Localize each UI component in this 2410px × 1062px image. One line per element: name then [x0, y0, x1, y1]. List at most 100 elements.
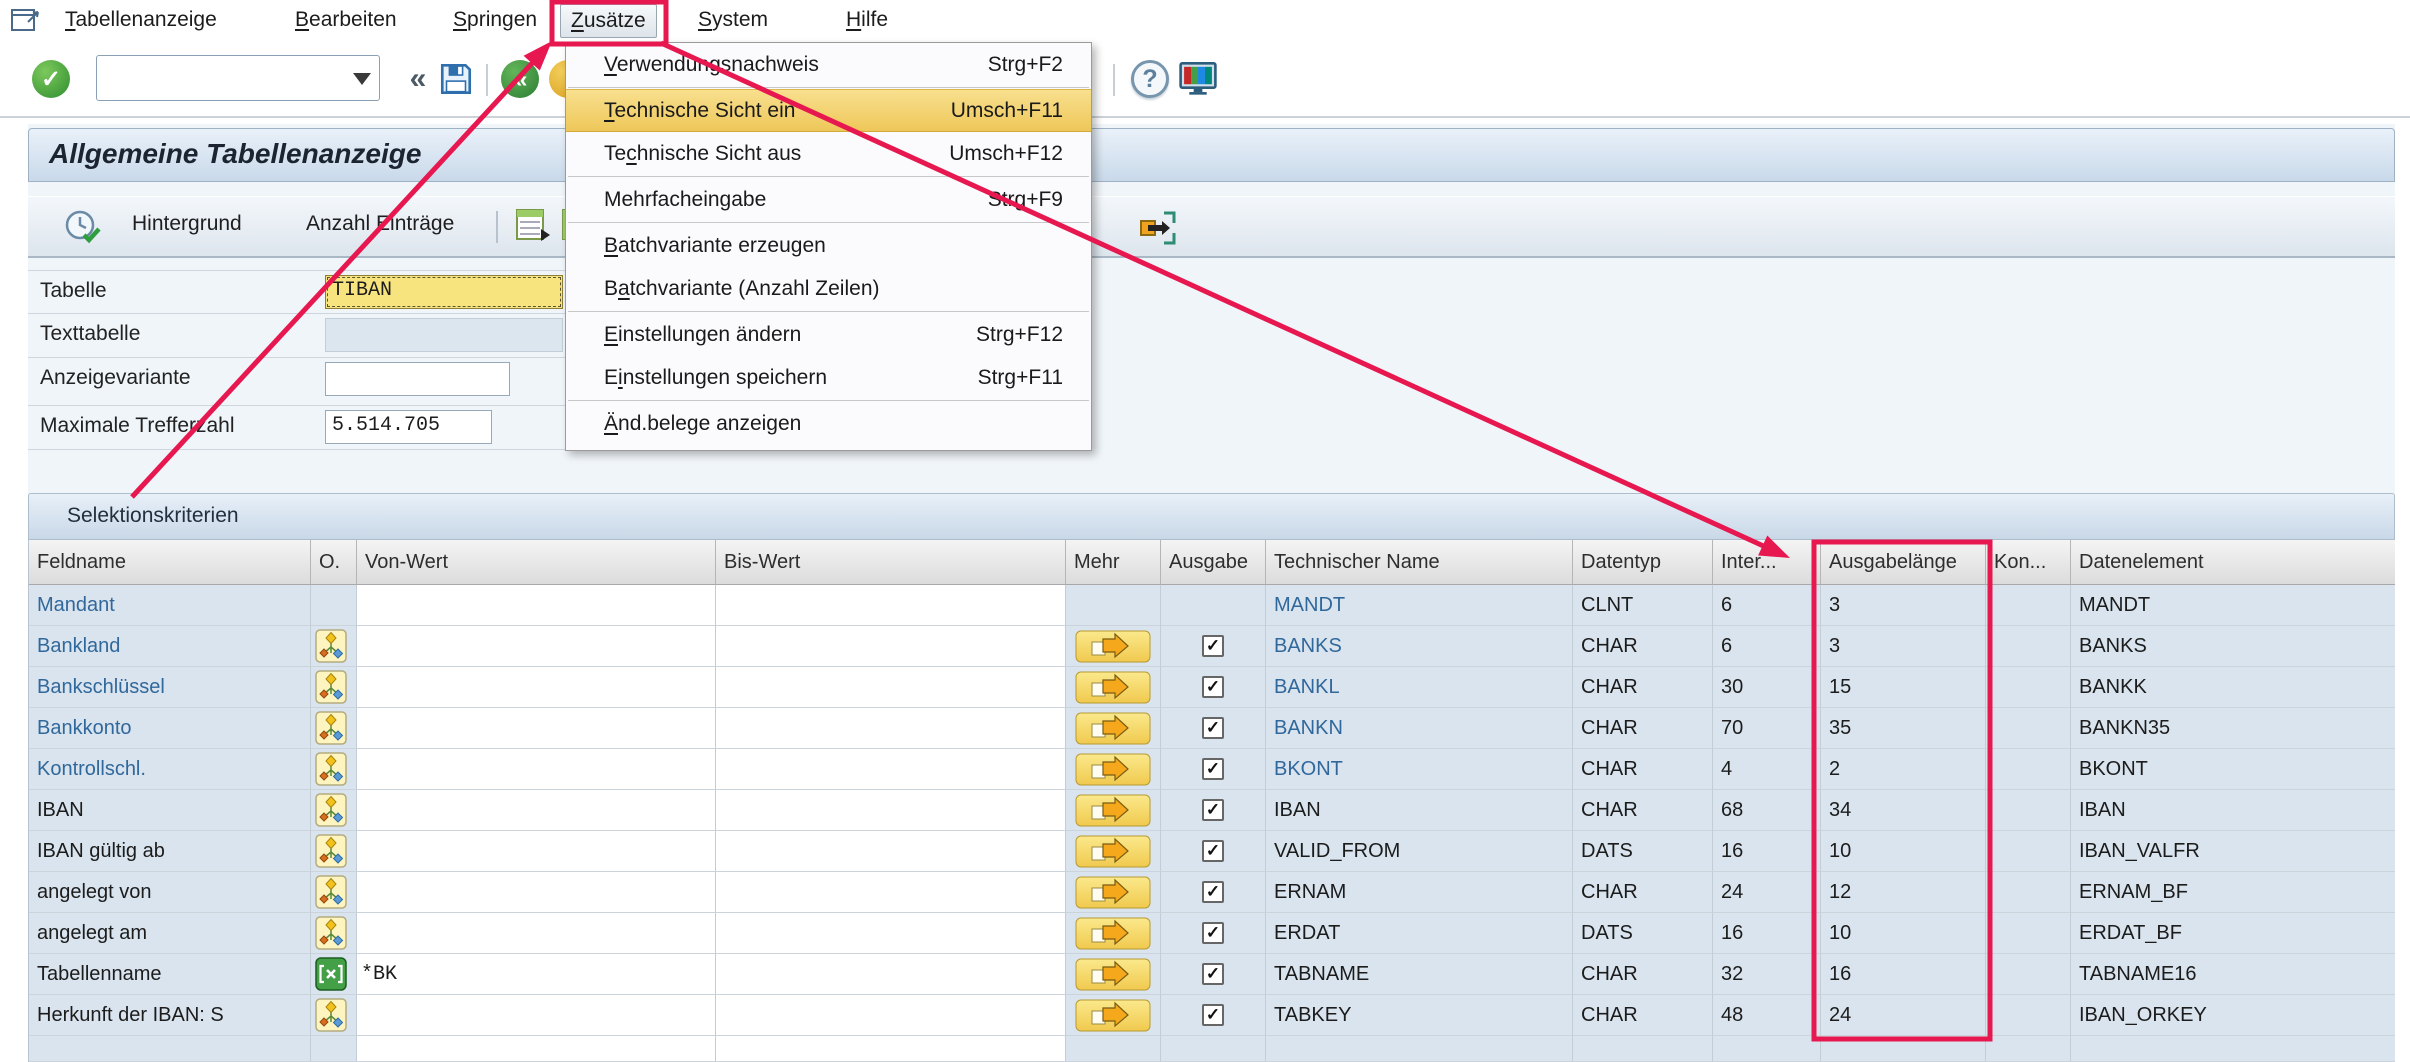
cell-bis-wert[interactable]: [716, 831, 1066, 872]
multiple-selection-icon[interactable]: [315, 670, 347, 704]
form-field-anzeigevariante[interactable]: [325, 362, 510, 396]
cell-feldname[interactable]: Bankland: [29, 626, 311, 667]
ausgabe-checkbox[interactable]: ✓: [1202, 799, 1224, 821]
cell-von-wert[interactable]: [357, 708, 716, 749]
column-header-inter[interactable]: Inter...: [1713, 540, 1821, 585]
cell-feldname[interactable]: Mandant: [29, 585, 311, 626]
cell-bis-wert[interactable]: [716, 585, 1066, 626]
ausgabe-checkbox[interactable]: ✓: [1202, 963, 1224, 985]
enter-icon[interactable]: ✓: [31, 59, 71, 99]
cell-bis-wert[interactable]: [716, 913, 1066, 954]
menu-item-batchvariante-erzeugen[interactable]: Batchvariante erzeugen: [566, 224, 1091, 267]
menu-item-batchvariante-anzahl-zeilen[interactable]: Batchvariante (Anzahl Zeilen): [566, 267, 1091, 310]
mehr-selection-button[interactable]: [1075, 712, 1151, 745]
mehr-selection-button[interactable]: [1075, 630, 1151, 663]
menu-item-technische-sicht-ein[interactable]: Technische Sicht einUmsch+F11: [566, 89, 1091, 132]
form-field-maximale-trefferzahl[interactable]: 5.514.705: [325, 410, 492, 444]
selection-screen-icon[interactable]: [1134, 207, 1180, 254]
mehr-selection-button[interactable]: [1075, 999, 1151, 1032]
cell-bis-wert[interactable]: [716, 667, 1066, 708]
ausgabe-checkbox[interactable]: ✓: [1202, 922, 1224, 944]
multiple-selection-icon[interactable]: [315, 752, 347, 786]
mehr-selection-button[interactable]: [1075, 794, 1151, 827]
ausgabe-checkbox[interactable]: ✓: [1202, 1004, 1224, 1026]
ausgabe-checkbox[interactable]: ✓: [1202, 717, 1224, 739]
menubar-item-system[interactable]: System: [688, 4, 778, 38]
table-contents-icon[interactable]: [514, 207, 552, 248]
ausgabe-checkbox[interactable]: ✓: [1202, 881, 1224, 903]
command-input[interactable]: [103, 59, 343, 97]
column-header-kon[interactable]: Kon...: [1986, 540, 2071, 585]
cell-von-wert[interactable]: *BK: [357, 954, 716, 995]
form-field-tabelle[interactable]: TIBAN: [325, 275, 563, 309]
multiple-selection-icon[interactable]: [315, 629, 347, 663]
multiple-selection-icon[interactable]: [315, 875, 347, 909]
column-header-datentyp[interactable]: Datentyp: [1573, 540, 1713, 585]
menu-item-einstellungen-ndern[interactable]: Einstellungen ändernStrg+F12: [566, 313, 1091, 356]
cell-bis-wert[interactable]: [716, 872, 1066, 913]
cell-technischer-name[interactable]: BANKS: [1266, 626, 1573, 667]
menu-item-technische-sicht-aus[interactable]: Technische Sicht ausUmsch+F12: [566, 132, 1091, 175]
multiple-selection-icon[interactable]: [315, 793, 347, 827]
cell-von-wert[interactable]: [357, 831, 716, 872]
cell-bis-wert[interactable]: [716, 749, 1066, 790]
back-icon[interactable]: «: [500, 59, 540, 99]
cell-von-wert[interactable]: [357, 872, 716, 913]
cell-technischer-name[interactable]: BKONT: [1266, 749, 1573, 790]
cell-technischer-name[interactable]: BANKL: [1266, 667, 1573, 708]
help-icon[interactable]: ?: [1130, 59, 1170, 99]
save-icon[interactable]: [436, 59, 476, 99]
cell-bis-wert[interactable]: [716, 995, 1066, 1036]
cell-technischer-name[interactable]: BANKN: [1266, 708, 1573, 749]
menu-item-nd-belege-anzeigen[interactable]: Änd.belege anzeigen: [566, 402, 1091, 445]
multiple-selection-icon[interactable]: [315, 998, 347, 1032]
cell-von-wert[interactable]: [357, 585, 716, 626]
column-header-o[interactable]: O.: [311, 540, 357, 585]
cell-bis-wert[interactable]: [716, 790, 1066, 831]
multiple-selection-icon[interactable]: [315, 711, 347, 745]
cell-von-wert[interactable]: [357, 790, 716, 831]
cell-von-wert[interactable]: [357, 913, 716, 954]
ausgabe-checkbox[interactable]: ✓: [1202, 840, 1224, 862]
column-header-datenelement[interactable]: Datenelement: [2071, 540, 2395, 585]
ausgabe-checkbox[interactable]: ✓: [1202, 676, 1224, 698]
session-window-icon[interactable]: [10, 5, 42, 40]
command-field[interactable]: [96, 55, 380, 101]
column-header-von-wert[interactable]: Von-Wert: [357, 540, 716, 585]
menubar-item-hilfe[interactable]: Hilfe: [836, 4, 898, 38]
cell-bis-wert[interactable]: [716, 708, 1066, 749]
collapse-chevrons-icon[interactable]: «: [398, 59, 438, 99]
menu-item-mehrfacheingabe[interactable]: MehrfacheingabeStrg+F9: [566, 178, 1091, 221]
anzahl-eintraege-button[interactable]: Anzahl Einträge: [306, 212, 454, 236]
column-header-ausgabe[interactable]: Ausgabe: [1161, 540, 1266, 585]
multiple-selection-icon[interactable]: [315, 916, 347, 950]
cell-von-wert[interactable]: [357, 667, 716, 708]
column-header-mehr[interactable]: Mehr: [1066, 540, 1161, 585]
command-dropdown-icon[interactable]: [353, 73, 371, 85]
cell-von-wert[interactable]: [357, 995, 716, 1036]
column-header-bis-wert[interactable]: Bis-Wert: [716, 540, 1066, 585]
ausgabe-checkbox[interactable]: ✓: [1202, 635, 1224, 657]
column-header-feldname[interactable]: Feldname: [29, 540, 311, 585]
menu-item-einstellungen-speichern[interactable]: Einstellungen speichernStrg+F11: [566, 356, 1091, 399]
mehr-selection-button[interactable]: [1075, 753, 1151, 786]
mehr-selection-button[interactable]: [1075, 835, 1151, 868]
column-header-ausgabel-nge[interactable]: Ausgabelänge: [1821, 540, 1986, 585]
cell-von-wert[interactable]: [357, 749, 716, 790]
cell-feldname[interactable]: Bankkonto: [29, 708, 311, 749]
cell-feldname[interactable]: Bankschlüssel: [29, 667, 311, 708]
cell-technischer-name[interactable]: MANDT: [1266, 585, 1573, 626]
multiple-selection-icon[interactable]: [315, 834, 347, 868]
mehr-selection-button[interactable]: [1075, 958, 1151, 991]
cell-feldname[interactable]: Kontrollschl.: [29, 749, 311, 790]
hintergrund-button[interactable]: Hintergrund: [132, 212, 242, 236]
cell-von-wert[interactable]: [357, 626, 716, 667]
menubar-item-springen[interactable]: Springen: [443, 4, 547, 38]
cell-bis-wert[interactable]: [716, 954, 1066, 995]
column-header-technischer-name[interactable]: Technischer Name: [1266, 540, 1573, 585]
cell-bis-wert[interactable]: [716, 626, 1066, 667]
menubar-item-zus-tze[interactable]: Zusätze: [560, 4, 657, 38]
mehr-selection-button[interactable]: [1075, 876, 1151, 909]
pattern-selection-icon[interactable]: [315, 957, 347, 991]
menu-item-verwendungsnachweis[interactable]: VerwendungsnachweisStrg+F2: [566, 43, 1091, 86]
